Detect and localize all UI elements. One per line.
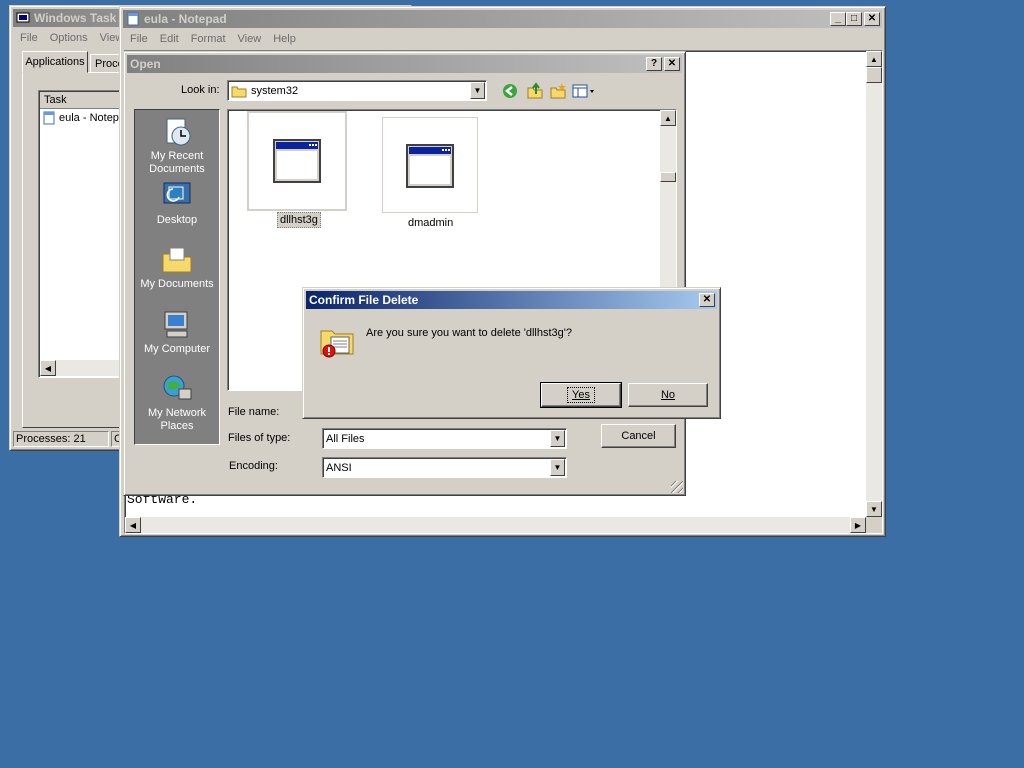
open-dialog[interactable]: Open ? ✕ Look in: system32 ▼ My Recent D…	[123, 51, 686, 496]
cancel-button[interactable]: Cancel	[601, 424, 676, 448]
places-my-network-places[interactable]: My Network Places	[135, 373, 219, 433]
task-manager-icon	[16, 12, 30, 23]
notepad-menubar: File Edit Format View Help	[124, 30, 881, 48]
my-documents-icon	[162, 247, 192, 273]
my-computer-icon	[164, 311, 188, 338]
scroll-thumb[interactable]	[660, 172, 676, 182]
places-label: My Computer	[143, 343, 211, 355]
task-row-label: eula - Notep	[59, 112, 119, 124]
places-desktop[interactable]: Desktop	[135, 180, 219, 227]
notepad-hscroll[interactable]: ◀ ▶	[125, 517, 866, 533]
my-network-places-icon	[163, 375, 192, 400]
scroll-left-button[interactable]: ◀	[40, 360, 56, 376]
desktop-icon	[163, 182, 191, 204]
places-label: My Network Places	[147, 407, 207, 432]
file-name-label: File name:	[228, 406, 280, 418]
notepad-caption-buttons: _ □ ✕	[830, 12, 880, 26]
places-label: Desktop	[156, 214, 198, 226]
tab-applications-label: Applications	[25, 56, 85, 68]
up-folder-icon[interactable]	[526, 82, 544, 100]
task-row[interactable]: eula - Notep	[42, 111, 119, 125]
task-list[interactable]: Task eula - Notep ◀	[38, 90, 128, 378]
open-dialog-title: Open	[130, 57, 161, 71]
size-grip[interactable]	[866, 517, 882, 533]
open-dialog-titlebar[interactable]: Open ? ✕	[127, 55, 682, 73]
encoding-combo[interactable]: ANSI ▼	[322, 457, 567, 478]
application-icon	[406, 144, 454, 188]
yes-label: Yes	[567, 387, 595, 403]
file-item-label[interactable]: dmadmin	[408, 217, 453, 229]
no-label: No	[660, 389, 676, 401]
task-column-header[interactable]: Task	[40, 92, 127, 109]
encoding-dropdown-arrow[interactable]: ▼	[550, 459, 565, 476]
status-processes-label: Processes: 21	[16, 433, 86, 445]
file-item[interactable]	[247, 111, 347, 211]
close-button[interactable]: ✕	[699, 293, 715, 307]
places-label: My Documents	[140, 278, 214, 290]
task-list-hscroll[interactable]: ◀	[40, 360, 127, 376]
file-item[interactable]	[382, 117, 478, 213]
places-my-documents[interactable]: My Documents	[135, 244, 219, 291]
application-icon	[273, 139, 321, 183]
look-in-label: Look in:	[181, 84, 220, 96]
confirm-caption-buttons: ✕	[699, 293, 715, 307]
files-of-type-label: Files of type:	[228, 432, 291, 444]
recent-documents-icon	[166, 118, 191, 146]
scroll-down-button[interactable]: ▼	[866, 501, 882, 517]
files-of-type-value: All Files	[326, 432, 365, 445]
menu-view[interactable]: View	[232, 33, 268, 45]
status-processes: Processes: 21	[13, 431, 109, 447]
close-button[interactable]: ✕	[664, 57, 680, 71]
scroll-thumb[interactable]	[866, 67, 882, 83]
task-column-label: Task	[44, 94, 67, 106]
encoding-value: ANSI	[326, 461, 352, 474]
confirm-message: Are you sure you want to delete 'dllhst3…	[366, 327, 572, 339]
menu-help[interactable]: Help	[267, 33, 302, 45]
confirm-titlebar[interactable]: Confirm File Delete ✕	[306, 291, 717, 309]
files-of-type-combo[interactable]: All Files ▼	[322, 428, 567, 449]
look-in-value: system32	[251, 84, 299, 97]
task-manager-title: Windows Task M	[34, 11, 130, 25]
menu-file[interactable]: File	[124, 33, 154, 45]
size-grip[interactable]	[671, 481, 683, 493]
scroll-right-button[interactable]: ▶	[850, 517, 866, 533]
views-menu-icon[interactable]	[572, 83, 596, 99]
notepad-icon	[127, 12, 139, 26]
places-my-recent-documents[interactable]: My Recent Documents	[135, 116, 219, 176]
menu-format[interactable]: Format	[185, 33, 232, 45]
close-button[interactable]: ✕	[864, 12, 880, 26]
open-dialog-caption-buttons: ? ✕	[646, 57, 680, 71]
places-my-computer[interactable]: My Computer	[135, 309, 219, 356]
encoding-label: Encoding:	[229, 460, 278, 472]
delete-warning-icon	[320, 330, 354, 358]
file-item-label-selected[interactable]: dllhst3g	[277, 212, 321, 228]
confirm-delete-dialog[interactable]: Confirm File Delete ✕ Are you sure you w…	[302, 287, 721, 419]
yes-button[interactable]: Yes	[540, 382, 622, 408]
scroll-up-button[interactable]: ▲	[660, 110, 676, 126]
scroll-left-button[interactable]: ◀	[125, 517, 141, 533]
no-button[interactable]: No	[628, 383, 708, 407]
cancel-label: Cancel	[621, 430, 656, 442]
menu-options[interactable]: Options	[44, 32, 94, 44]
look-in-dropdown-arrow[interactable]: ▼	[470, 82, 485, 99]
back-icon[interactable]	[501, 82, 519, 100]
maximize-button[interactable]: □	[846, 12, 862, 26]
menu-file[interactable]: File	[14, 32, 44, 44]
places-bar: My Recent Documents Desktop My Documents…	[134, 109, 220, 445]
look-in-combo[interactable]: system32 ▼	[227, 80, 487, 101]
confirm-title: Confirm File Delete	[309, 293, 419, 307]
notepad-titlebar[interactable]: eula - Notepad _ □ ✕	[123, 10, 882, 28]
scroll-up-button[interactable]: ▲	[866, 51, 882, 67]
menu-edit[interactable]: Edit	[154, 33, 185, 45]
notepad-title: eula - Notepad	[144, 12, 227, 26]
files-of-type-dropdown-arrow[interactable]: ▼	[550, 430, 565, 447]
help-button[interactable]: ?	[646, 57, 662, 71]
tab-applications[interactable]: Applications	[22, 51, 88, 73]
notepad-vscroll[interactable]: ▲ ▼	[866, 51, 882, 517]
minimize-button[interactable]: _	[830, 12, 846, 26]
notepad-icon	[43, 111, 55, 125]
folder-icon	[231, 86, 247, 97]
new-folder-icon[interactable]	[549, 82, 567, 100]
places-label: My Recent Documents	[149, 150, 205, 175]
